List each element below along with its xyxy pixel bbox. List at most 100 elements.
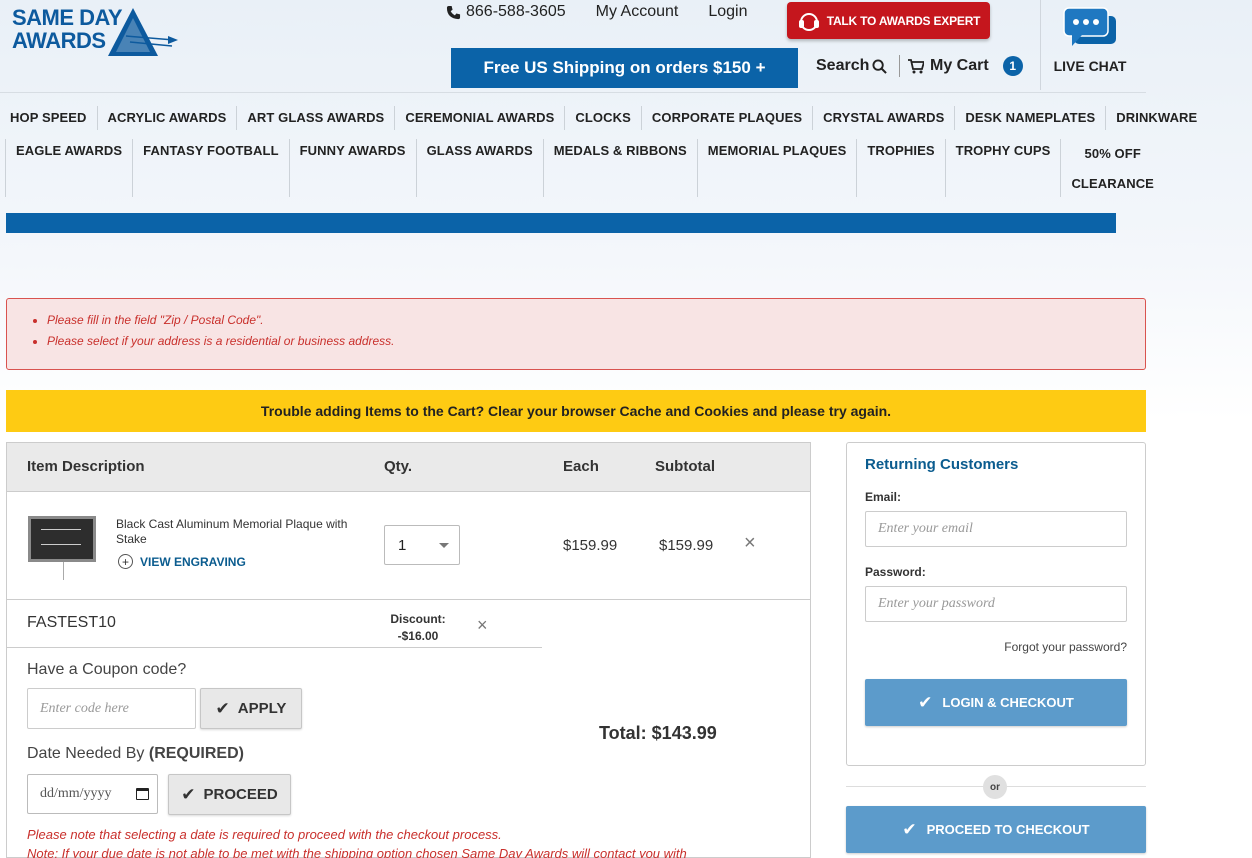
nav-item-eagle-awards[interactable]: EAGLE AWARDS [5,139,134,197]
phone-number: 866-588-3605 [466,3,566,20]
nav-item-funny-awards[interactable]: FUNNY AWARDS [290,139,417,197]
header-subtotal: Subtotal [655,458,715,475]
date-needed-label: Date Needed By [27,745,145,762]
nav-item-art-glass-awards[interactable]: ART GLASS AWARDS [237,106,396,130]
my-cart-button[interactable]: My Cart 1 [899,55,1023,77]
discount-info: Discount: -$16.00 [377,611,459,645]
header-divider-line [0,92,1146,93]
nav-item-hop-speed[interactable]: HOP SPEED [0,106,98,130]
cart-count-badge: 1 [1002,56,1023,76]
nav-item-desk-nameplates[interactable]: DESK NAMEPLATES [955,106,1107,130]
checkmark-icon: ✔ [181,784,196,804]
date-placeholder: dd/mm/yyyy [40,786,112,801]
free-shipping-banner[interactable]: Free US Shipping on orders $150 + [451,48,798,88]
nav-item-memorial-plaques[interactable]: MEMORIAL PLAQUES [698,139,858,197]
error-address-type: Please select if your address is a resid… [47,334,1145,348]
total-value: $143.99 [651,723,717,743]
item-subtotal: $159.99 [659,537,714,554]
proceed-label: PROCEED [203,786,278,803]
quantity-value: 1 [398,536,407,554]
logo-jet-icon [108,8,178,56]
remove-coupon-icon[interactable]: × [477,615,488,636]
my-account-link[interactable]: My Account [596,3,679,21]
headset-icon [798,12,819,31]
cart-warning-banner: Trouble adding Items to the Cart? Clear … [6,390,1146,432]
discount-divider [7,647,542,648]
nav-item-drinkware[interactable]: DRINKWARE [1106,106,1207,130]
talk-button-label: TALK TO AWARDS EXPERT [826,13,981,28]
logo-line-1: SAME DAY [12,5,123,30]
nav-item-clearance[interactable]: 50% OFF CLEARANCE [1061,139,1164,197]
product-thumbnail[interactable] [28,516,96,562]
apply-coupon-button[interactable]: ✔ APPLY [200,688,302,729]
view-engraving-link[interactable]: + VIEW ENGRAVING [118,554,246,569]
category-nav-row-1: HOP SPEED ACRYLIC AWARDS ART GLASS AWARD… [0,106,1207,130]
chevron-down-icon [439,543,449,548]
discount-amount: -$16.00 [397,629,439,643]
shipping-banner-text: Free US Shipping on orders $150 + [483,58,766,77]
nav-item-medals-ribbons[interactable]: MEDALS & RIBBONS [544,139,698,197]
login-checkout-label: LOGIN & CHECKOUT [942,695,1074,710]
quantity-select[interactable]: 1 [384,525,460,565]
remove-item-icon[interactable]: × [744,532,756,555]
search-icon [872,58,888,74]
chat-bubbles-icon [1063,7,1116,46]
product-name[interactable]: Black Cast Aluminum Memorial Plaque with… [116,517,376,547]
nav-item-ceremonial-awards[interactable]: CEREMONIAL AWARDS [395,106,566,130]
cart-icon [908,58,924,73]
live-chat-button[interactable]: LIVE CHAT [1049,6,1131,74]
forgot-password-link[interactable]: Forgot your password? [1004,640,1127,654]
cart-label: My Cart [930,57,989,74]
search-label: Search [816,57,870,74]
checkmark-icon: ✔ [215,698,230,718]
applied-coupon-code: FASTEST10 [27,614,116,631]
item-price-each: $159.99 [563,537,618,554]
nav-item-fantasy-football[interactable]: FANTASY FOOTBALL [133,139,290,197]
email-label: Email: [865,490,902,504]
nav-item-glass-awards[interactable]: GLASS AWARDS [417,139,544,197]
checkmark-icon: ✔ [902,819,917,839]
proceed-checkout-label: PROCEED TO CHECKOUT [926,822,1090,837]
nav-item-acrylic-awards[interactable]: ACRYLIC AWARDS [98,106,238,130]
password-field[interactable]: Enter your password [865,586,1127,622]
nav-item-clocks[interactable]: CLOCKS [565,106,642,130]
talk-to-expert-button[interactable]: TALK TO AWARDS EXPERT [787,2,990,39]
error-message-box: Please fill in the field "Zip / Postal C… [6,298,1146,370]
calendar-icon[interactable] [136,788,149,800]
site-logo[interactable]: SAME DAY AWARDS [12,5,178,60]
due-date-note: Note: If your due date is not able to be… [27,846,687,858]
top-links: 866-588-3605 My Account Login [446,3,748,21]
or-badge: or [983,775,1007,799]
clearance-line-1: 50% OFF [1084,146,1141,161]
phone-link[interactable]: 866-588-3605 [446,3,566,21]
password-label: Password: [865,565,926,579]
product-thumbnail-stake [63,562,64,580]
coupon-title: Have a Coupon code? [27,661,187,678]
login-checkout-button[interactable]: ✔ LOGIN & CHECKOUT [865,679,1127,726]
nav-item-corporate-plaques[interactable]: CORPORATE PLAQUES [642,106,814,130]
date-needed-input[interactable]: dd/mm/yyyy [27,774,158,814]
header-item-description: Item Description [27,458,145,475]
date-required-note: Please note that selecting a date is req… [27,827,502,842]
proceed-date-button[interactable]: ✔ PROCEED [168,774,291,815]
logo-wordmark: SAME DAY AWARDS [12,5,123,52]
date-required-label: (REQUIRED) [148,745,244,762]
cart-item-row: Black Cast Aluminum Memorial Plaque with… [7,492,810,600]
email-field[interactable]: Enter your email [865,511,1127,547]
nav-item-crystal-awards[interactable]: CRYSTAL AWARDS [813,106,956,130]
content-top-bar [6,213,1116,233]
proceed-to-checkout-button[interactable]: ✔ PROCEED TO CHECKOUT [846,806,1146,853]
search-button[interactable]: Search [816,57,888,75]
header-qty: Qty. [384,458,413,475]
error-zip-code: Please fill in the field "Zip / Postal C… [47,313,1145,327]
nav-item-trophies[interactable]: TROPHIES [857,139,946,197]
nav-item-trophy-cups[interactable]: TROPHY CUPS [946,139,1062,197]
header-each: Each [563,458,599,475]
date-needed-title: Date Needed By (REQUIRED) [27,745,244,763]
coupon-code-input[interactable]: Enter code here [27,688,196,729]
phone-icon [446,5,461,19]
clearance-line-2: CLEARANCE [1071,176,1154,191]
login-link[interactable]: Login [708,3,747,21]
apply-label: APPLY [237,700,287,717]
returning-customers-title: Returning Customers [865,456,1019,473]
